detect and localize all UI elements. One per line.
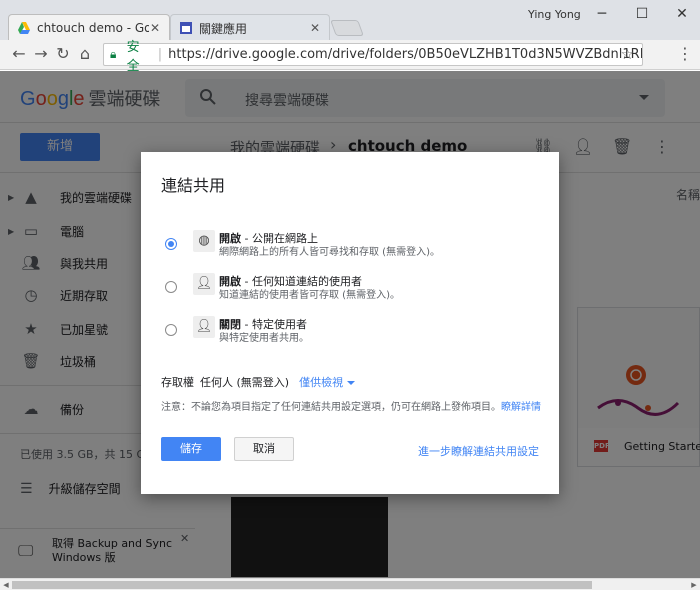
sharing-note: 注意：不論您為項目指定了任何連結共用設定選項，仍可在網路上發佈項目。瞭解詳情 xyxy=(161,398,541,413)
learn-more-sharing-link[interactable]: 進一步瞭解連結共用設定 xyxy=(418,443,539,459)
forward-icon[interactable]: → xyxy=(32,45,50,63)
reload-icon[interactable]: ↻ xyxy=(54,45,72,63)
option-description: 知道連結的使用者皆可存取 (無需登入)。 xyxy=(219,290,400,301)
learn-more-link[interactable]: 瞭解詳情 xyxy=(501,402,541,413)
globe-icon: ◍ xyxy=(193,230,215,252)
option-description: 網際網路上的所有人皆可尋找和存取 (無需登入)。 xyxy=(219,247,440,258)
close-tab-icon[interactable]: ✕ xyxy=(149,21,161,35)
access-mode-dropdown[interactable]: 僅供檢視 xyxy=(299,376,356,389)
note-text: 注意：不論您為項目指定了任何連結共用設定選項，仍可在網路上發佈項目。 xyxy=(161,402,501,413)
cancel-button[interactable]: 取消 xyxy=(234,437,294,461)
close-window-icon[interactable]: ✕ xyxy=(672,6,692,22)
option-public-on-web[interactable]: ◍ 開啟 - 公開在網路上 網際網路上的所有人皆可尋找和存取 (無需登入)。 xyxy=(161,230,541,264)
close-tab-icon[interactable]: ✕ xyxy=(309,21,321,35)
lock-icon: 🔒︎ xyxy=(110,47,117,61)
access-who: 任何人 (無需登入) xyxy=(200,376,290,389)
profile-name[interactable]: Ying Yong xyxy=(528,8,581,21)
access-label: 存取權 xyxy=(161,376,194,389)
bookmark-star-icon[interactable]: ☆ xyxy=(621,45,634,63)
horizontal-scrollbar[interactable]: ◀ ▶ xyxy=(0,578,700,590)
address-separator: | xyxy=(157,47,163,62)
scroll-left-icon[interactable]: ◀ xyxy=(0,579,12,590)
radio-public-on-web[interactable] xyxy=(165,238,177,250)
home-icon[interactable]: ⌂ xyxy=(76,45,94,63)
back-icon[interactable]: ← xyxy=(10,45,28,63)
chevron-down-icon xyxy=(347,381,356,385)
scrollbar-thumb[interactable] xyxy=(12,581,592,589)
new-tab-button[interactable] xyxy=(330,20,364,36)
drive-favicon-icon xyxy=(18,22,30,34)
secure-label: 安全 xyxy=(126,39,140,74)
person-icon: 👤︎ xyxy=(193,316,215,338)
address-bar[interactable]: 🔒︎ 安全 | https://drive.google.com/drive/f… xyxy=(103,40,643,74)
link-user-icon: 👤︎ xyxy=(193,273,215,295)
maximize-icon[interactable]: ☐ xyxy=(632,6,652,22)
link-sharing-dialog: 連結共用 ◍ 開啟 - 公開在網路上 網際網路上的所有人皆可尋找和存取 (無需登… xyxy=(141,152,559,494)
scroll-right-icon[interactable]: ▶ xyxy=(688,579,700,590)
save-button[interactable]: 儲存 xyxy=(161,437,221,461)
chrome-menu-icon[interactable]: ⋮ xyxy=(676,45,694,63)
dialog-title: 連結共用 xyxy=(161,176,226,195)
option-description: 與特定使用者共用。 xyxy=(219,333,309,344)
radio-specific-people[interactable] xyxy=(165,324,177,336)
tab-title: chtouch demo - Google xyxy=(37,21,149,35)
access-mode-label: 僅供檢視 xyxy=(299,376,344,389)
browser-titlebar: chtouch demo - Google ✕ 關鍵應用 ✕ Ying Yong… xyxy=(0,0,700,41)
calendar-favicon-icon xyxy=(180,22,192,34)
option-anyone-with-link[interactable]: 👤︎ 開啟 - 任何知道連結的使用者 知道連結的使用者皆可存取 (無需登入)。 xyxy=(161,273,541,307)
url-text: https://drive.google.com/drive/folders/0… xyxy=(168,47,643,62)
minimize-icon[interactable]: ─ xyxy=(592,6,612,22)
tab-key-apps[interactable]: 關鍵應用 ✕ xyxy=(170,14,330,41)
tab-title: 關鍵應用 xyxy=(199,21,248,36)
access-row: 存取權 任何人 (無需登入) 僅供檢視 xyxy=(161,374,356,390)
browser-toolbar: ← → ↻ ⌂ 🔒︎ 安全 | https://drive.google.com… xyxy=(0,40,700,102)
radio-anyone-with-link[interactable] xyxy=(165,281,177,293)
screen: chtouch demo - Google ✕ 關鍵應用 ✕ Ying Yong… xyxy=(0,0,700,590)
option-specific-people[interactable]: 👤︎ 關閉 - 特定使用者 與特定使用者共用。 xyxy=(161,316,541,350)
